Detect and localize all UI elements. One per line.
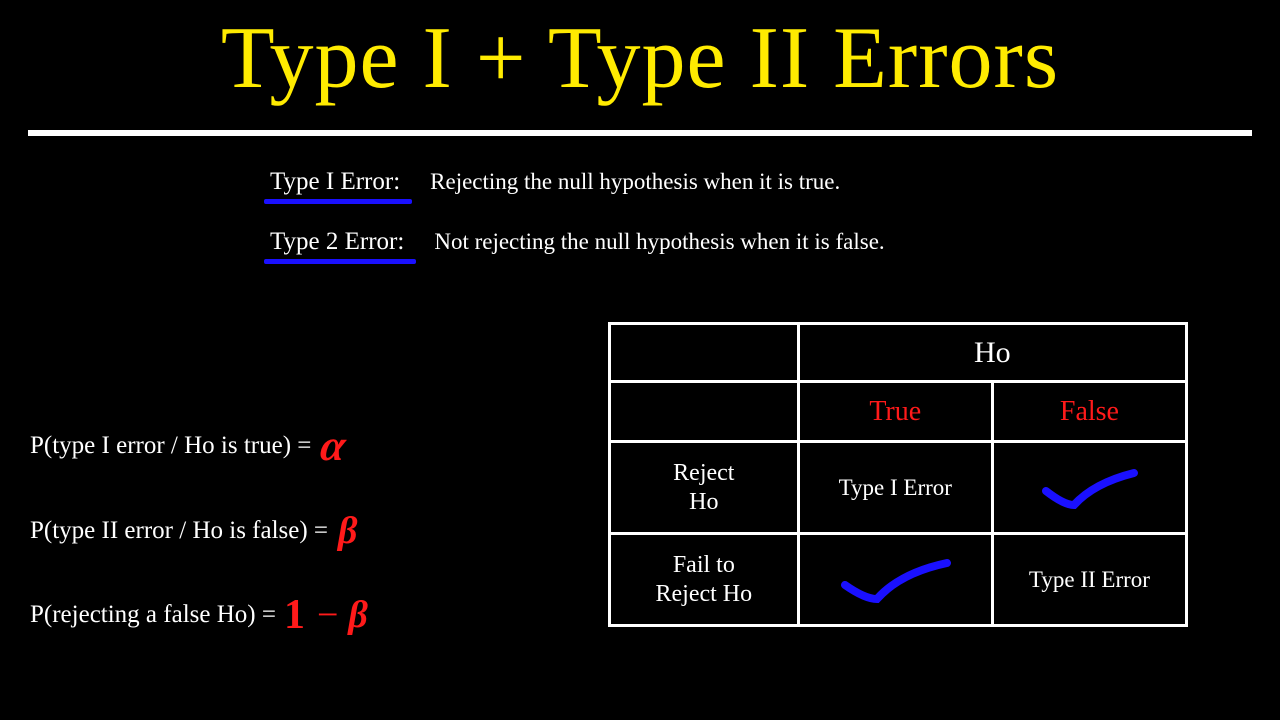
row-fail-line1: Fail to	[673, 552, 735, 578]
beta-symbol: β	[338, 509, 357, 553]
formulas-block: P(type I error / Ho is true) = α P(type …	[30, 420, 550, 677]
formula-alpha: P(type I error / Ho is true) = α	[30, 420, 550, 471]
table-header-false: False	[992, 382, 1186, 442]
type1-definition: Type I Error: Rejecting the null hypothe…	[270, 168, 1220, 196]
table-empty-cell	[610, 324, 799, 382]
type1-text: Rejecting the null hypothesis when it is…	[430, 169, 840, 195]
title-divider	[28, 130, 1252, 136]
formula-beta-lhs: P(type II error / Ho is false) =	[30, 517, 328, 545]
checkmark-icon	[1034, 463, 1144, 513]
type1-label: Type I Error:	[270, 168, 404, 196]
table-empty-cell-2	[610, 382, 799, 442]
row-fail-label: Fail to Reject Ho	[610, 534, 799, 626]
error-type-table: Ho True False Reject Ho Type I Error Fai…	[608, 322, 1188, 627]
one-symbol: 1	[284, 591, 305, 639]
type2-definition: Type 2 Error: Not rejecting the null hyp…	[270, 228, 1220, 256]
table-header-ho: Ho	[798, 324, 1186, 382]
minus-symbol: −	[317, 593, 338, 637]
row-reject-label: Reject Ho	[610, 442, 799, 534]
one-minus-beta: 1 − β	[284, 591, 368, 639]
row-fail-line2: Reject Ho	[656, 581, 753, 607]
alpha-symbol: α	[318, 420, 350, 471]
page-title: Type I + Type II Errors	[0, 0, 1280, 109]
cell-fail-false: Type II Error	[992, 534, 1186, 626]
checkmark-icon	[835, 555, 955, 605]
table-header-true: True	[798, 382, 992, 442]
type2-text: Not rejecting the null hypothesis when i…	[434, 229, 884, 255]
definitions-block: Type I Error: Rejecting the null hypothe…	[270, 168, 1220, 288]
formula-beta: P(type II error / Ho is false) = β	[30, 509, 550, 553]
beta-symbol-2: β	[348, 593, 367, 637]
formula-power-lhs: P(rejecting a false Ho) =	[30, 601, 276, 629]
formula-alpha-lhs: P(type I error / Ho is true) =	[30, 432, 311, 460]
cell-reject-true: Type I Error	[798, 442, 992, 534]
row-reject-line2: Ho	[689, 489, 718, 515]
cell-reject-false	[992, 442, 1186, 534]
row-reject-line1: Reject	[673, 460, 734, 486]
type2-label: Type 2 Error:	[270, 228, 408, 256]
cell-fail-true	[798, 534, 992, 626]
formula-power: P(rejecting a false Ho) = 1 − β	[30, 591, 550, 639]
